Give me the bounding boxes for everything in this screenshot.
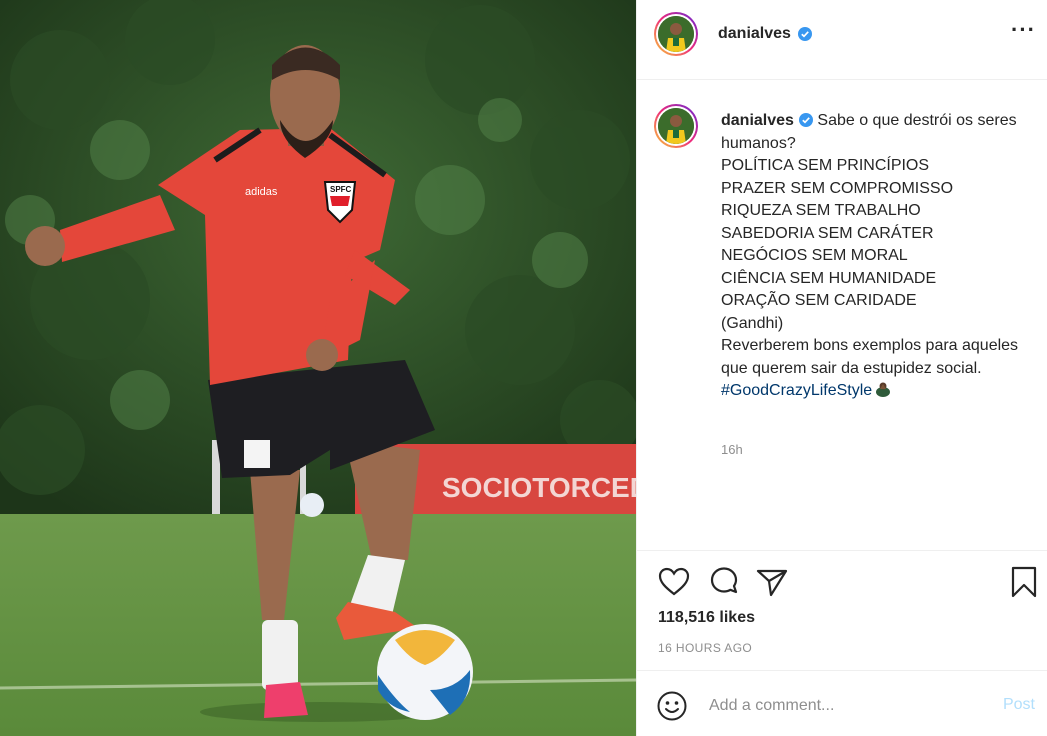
- likes-count[interactable]: 118,516 likes: [658, 609, 755, 627]
- svg-text:adidas: adidas: [245, 186, 278, 198]
- caption-username[interactable]: danialves: [721, 112, 794, 129]
- caption-line: CIÊNCIA SEM HUMANIDADE: [721, 269, 937, 287]
- caption-line: PRAZER SEM COMPROMISSO: [721, 179, 954, 197]
- post-header: danialves ···: [637, 0, 1047, 80]
- caption-line: SABEDORIA SEM CARÁTER: [721, 224, 934, 242]
- post-button[interactable]: Post: [1003, 696, 1035, 714]
- caption-line: ORAÇÃO SEM CARIDADE: [721, 292, 917, 309]
- post-details-panel: danialves ··· danialves Sabe o que destr…: [636, 0, 1047, 736]
- more-options-icon[interactable]: ···: [1011, 19, 1036, 41]
- smiley-icon[interactable]: [656, 690, 688, 722]
- comment-icon[interactable]: [707, 565, 741, 599]
- caption-avatar[interactable]: [654, 104, 698, 148]
- hashtag-link[interactable]: #GoodCrazyLifeStyle: [721, 382, 872, 399]
- praying-emoji-icon: [876, 382, 891, 397]
- caption-line: NEGÓCIOS SEM MORAL: [721, 247, 908, 264]
- paper-plane-icon[interactable]: [755, 565, 789, 599]
- caption-line: POLÍTICA SEM PRINCÍPIOS: [721, 157, 930, 174]
- post-image: SOCIOTORCEDO: [0, 0, 636, 736]
- bookmark-icon[interactable]: [1007, 565, 1041, 599]
- caption-text: danialves Sabe o que destrói os seres hu…: [721, 110, 1041, 403]
- caption-line: Reverberem bons exemplos para aqueles qu…: [721, 337, 1019, 377]
- post-photo[interactable]: SOCIOTORCEDO: [0, 0, 636, 736]
- verified-badge-icon: [798, 113, 813, 127]
- comment-bar: Post: [637, 670, 1047, 736]
- post-time[interactable]: 16h: [721, 442, 743, 457]
- verified-badge-icon: [798, 27, 812, 41]
- avatar[interactable]: [654, 12, 698, 56]
- caption-line: RIQUEZA SEM TRABALHO: [721, 202, 921, 219]
- heart-icon[interactable]: [657, 565, 691, 599]
- comment-input[interactable]: [707, 691, 991, 721]
- banner-text: SOCIOTORCEDO: [442, 472, 636, 503]
- svg-text:SPFC: SPFC: [330, 185, 352, 194]
- action-bar: 118,516 likes 16 HOURS AGO: [637, 550, 1047, 670]
- caption-line: (Gandhi): [721, 314, 784, 332]
- username[interactable]: danialves: [718, 25, 791, 43]
- caption-section: danialves Sabe o que destrói os seres hu…: [637, 80, 1047, 550]
- post-timestamp[interactable]: 16 HOURS AGO: [658, 641, 752, 655]
